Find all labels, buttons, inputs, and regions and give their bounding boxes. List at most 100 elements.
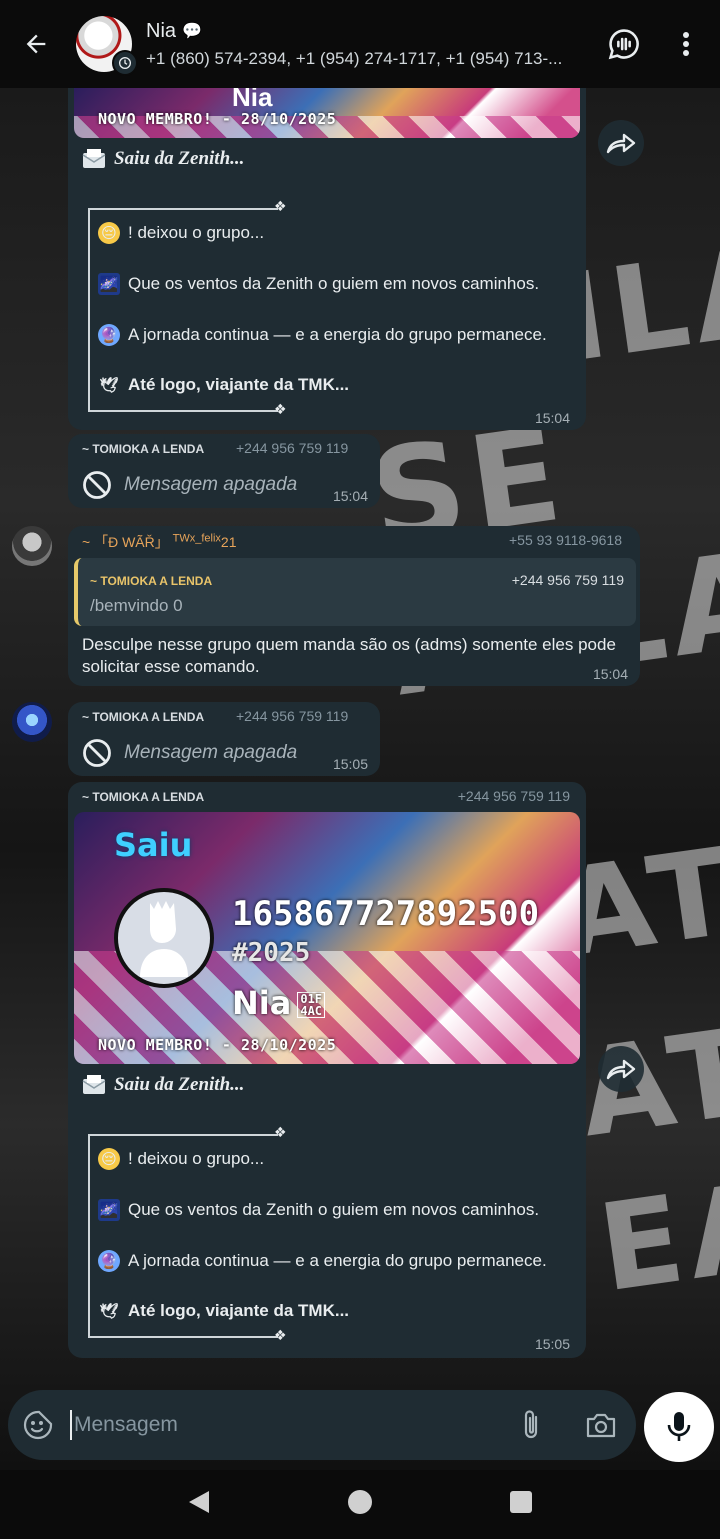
message-line: 😔 ! deixou o grupo... (98, 222, 264, 244)
message-bubble[interactable]: ~ TOMIOKA A LENDA +244 956 759 119 Saiu … (68, 782, 586, 1358)
forward-button[interactable] (598, 1046, 644, 1092)
diamond-icon: ❖ (274, 1327, 287, 1343)
diamond-icon: ❖ (274, 198, 287, 214)
nav-recents-button[interactable] (509, 1490, 533, 1519)
envelope-icon (82, 149, 106, 168)
nav-home-button[interactable] (346, 1488, 374, 1521)
line-text: Até logo, viajante da TMK... (128, 1301, 350, 1320)
prohibited-icon (83, 471, 111, 499)
deleted-text: Mensagem apagada (124, 474, 298, 495)
card-caption: NOVO MEMBRO! - 28/10/2025 (98, 1036, 337, 1054)
deleted-text: Mensagem apagada (124, 742, 298, 763)
message-bubble[interactable]: ~ 「Ð WÃŘ」 TWx_felix21 +55 93 9118-9618 ~… (68, 526, 640, 686)
back-button[interactable] (0, 0, 72, 88)
card-id-number: 165867727892500 (232, 894, 540, 934)
message-text: Desculpe nesse grupo quem manda são os (… (82, 634, 616, 678)
message-text-line: Desculpe nesse grupo quem manda são os (… (82, 635, 616, 654)
sticker-icon (23, 1410, 53, 1440)
group-avatar[interactable] (76, 16, 138, 76)
deleted-message: Mensagem apagada (82, 738, 297, 768)
message-input[interactable]: Mensagem (68, 1390, 496, 1460)
card-name-badge: 01F 4AC (297, 992, 326, 1018)
sender-name-sup: TWx_felix (172, 532, 221, 545)
message-time: 15:04 (592, 666, 628, 682)
microphone-icon (667, 1412, 691, 1441)
nav-home-icon (347, 1490, 372, 1514)
voice-record-button[interactable] (644, 1392, 714, 1462)
pensive-face-icon: 😔 (98, 222, 120, 244)
sender-name[interactable]: ~ TOMIOKA A LENDA (82, 790, 204, 804)
deleted-message: Mensagem apagada (82, 470, 297, 500)
line-text: Que os ventos da Zenith o guiem em novos… (128, 1200, 540, 1219)
diamond-icon: ❖ (274, 401, 287, 417)
forward-icon (606, 1059, 636, 1080)
sender-name[interactable]: ~ TOMIOKA A LENDA (82, 442, 204, 456)
camera-button[interactable] (566, 1390, 636, 1460)
message-time: 15:05 (534, 1336, 570, 1352)
quote-text: /bemvindo 0 (90, 596, 183, 615)
message-title: Saiu da Zenith... (82, 148, 244, 170)
message-bubble[interactable]: ~ TOMIOKA A LENDA +244 956 759 119 Mensa… (68, 702, 380, 776)
message-time: 15:05 (332, 756, 368, 772)
quote-sender: ~ TOMIOKA A LENDA (90, 574, 213, 588)
attach-button[interactable] (496, 1390, 566, 1460)
sender-avatar[interactable] (12, 526, 52, 566)
chat-participants: +1 (860) 574-2394, +1 (954) 274-1717, +1… (146, 48, 563, 68)
chat-info[interactable]: Nia 💬 +1 (860) 574-2394, +1 (954) 274-17… (146, 20, 586, 69)
dove-icon: 🕊 (99, 1303, 119, 1320)
frame-border (88, 208, 278, 210)
sender-name[interactable]: ~ TOMIOKA A LENDA (82, 710, 204, 724)
card-tag: #2025 (232, 938, 311, 968)
message-title: Saiu da Zenith... (82, 1074, 244, 1096)
voice-chat-button[interactable] (604, 24, 644, 64)
forward-button[interactable] (598, 120, 644, 166)
line-text: Até logo, viajante da TMK... (128, 375, 350, 394)
forward-icon (606, 133, 636, 154)
crystal-ball-icon: 🔮 (98, 1250, 120, 1272)
milky-way-icon: 🌌 (98, 1199, 120, 1221)
message-line: 😔 ! deixou o grupo... (98, 1148, 264, 1170)
message-time: 15:04 (534, 410, 570, 426)
card-caption: NOVO MEMBRO! - 28/10/2025 (98, 110, 337, 128)
message-title-text: Saiu da Zenith... (114, 148, 245, 169)
chat-title: Nia 💬 (146, 20, 586, 43)
text-cursor (70, 1410, 72, 1440)
line-text: Que os ventos da Zenith o guiem em novos… (128, 274, 540, 293)
more-options-button[interactable] (666, 24, 706, 64)
paperclip-icon (524, 1410, 538, 1439)
pensive-face-icon: 😔 (98, 1148, 120, 1170)
sticker-button[interactable] (8, 1390, 68, 1460)
message-title-text: Saiu da Zenith... (114, 1074, 245, 1095)
quoted-message[interactable]: ~ TOMIOKA A LENDA +244 956 759 119 /bemv… (74, 558, 636, 626)
frame-border (88, 1336, 278, 1338)
message-line: 🕊 Até logo, viajante da TMK... (98, 374, 349, 396)
nav-back-button[interactable] (187, 1489, 211, 1520)
sender-phone: +244 956 759 119 (236, 708, 349, 724)
timer-icon (112, 50, 138, 76)
sender-name[interactable]: ~ 「Ð WÃŘ」 TWx_felix21 (82, 532, 236, 552)
nav-back-icon (189, 1491, 210, 1513)
sender-name-suffix: 21 (220, 534, 237, 550)
card-saiu: Saiu (114, 826, 193, 864)
welcome-card-image[interactable]: Nia NOVO MEMBRO! - 28/10/2025 (74, 88, 580, 138)
message-line: 🕊 Até logo, viajante da TMK... (98, 1300, 349, 1322)
speech-bubble-icon: 💬 (182, 23, 202, 40)
chat-header: Nia 💬 +1 (860) 574-2394, +1 (954) 274-17… (0, 0, 720, 88)
profile-picture (114, 888, 214, 988)
message-time: 15:04 (332, 488, 368, 504)
message-line: 🌌 Que os ventos da Zenith o guiem em nov… (98, 1199, 539, 1221)
dove-icon: 🕊 (99, 377, 119, 394)
message-placeholder: Mensagem (74, 1413, 178, 1436)
camera-icon (586, 1413, 616, 1438)
welcome-card-image[interactable]: Saiu 165867727892500 #2025 Nia 01F 4AC NOV… (74, 812, 580, 1064)
line-text: A jornada continua — e a energia do grup… (128, 1251, 547, 1270)
sender-avatar[interactable] (12, 702, 52, 742)
quote-phone: +244 956 759 119 (511, 572, 624, 588)
message-line: 🔮 A jornada continua — e a energia do gr… (98, 1250, 547, 1272)
milky-way-icon: 🌌 (98, 273, 120, 295)
sender-phone: +244 956 759 119 (457, 788, 570, 804)
message-bubble[interactable]: Nia NOVO MEMBRO! - 28/10/2025 Saiu da Ze… (68, 88, 586, 430)
system-navigation-bar (0, 1470, 720, 1539)
message-bubble[interactable]: ~ TOMIOKA A LENDA +244 956 759 119 Mensa… (68, 434, 380, 508)
card-name: Nia 01F 4AC (232, 984, 326, 1022)
